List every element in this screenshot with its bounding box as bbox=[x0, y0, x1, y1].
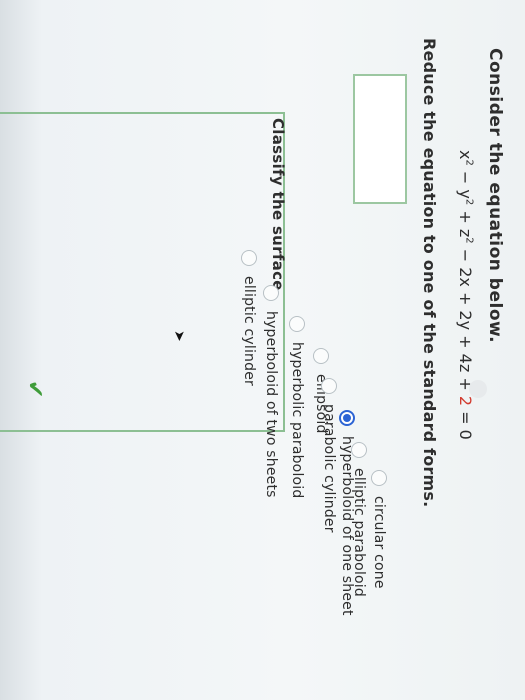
loading-indicator-icon bbox=[469, 380, 487, 398]
standard-form-answer-box[interactable] bbox=[353, 74, 407, 204]
checkmark-icon: ✔ bbox=[22, 380, 47, 399]
surface-option[interactable]: hyperbolic paraboloid bbox=[287, 316, 307, 498]
reduce-prompt: Reduce the equation to one of the standa… bbox=[420, 38, 439, 508]
surface-option[interactable]: elliptic paraboloid bbox=[349, 442, 369, 597]
surface-option[interactable]: circular cone bbox=[369, 470, 389, 589]
surface-option[interactable]: hyperboloid of two sheets bbox=[261, 285, 281, 498]
option-label: hyperbolic paraboloid bbox=[289, 342, 305, 499]
question-panel: Consider the equation below. x2 − y2 + z… bbox=[0, 0, 525, 700]
radio-button[interactable] bbox=[289, 316, 305, 332]
option-label: circular cone bbox=[371, 496, 387, 589]
surface-option[interactable]: elliptic cylinder bbox=[239, 250, 259, 386]
option-label: elliptic paraboloid bbox=[351, 468, 367, 597]
surface-option[interactable]: parabolic cylinder bbox=[319, 378, 339, 533]
option-label: parabolic cylinder bbox=[321, 404, 337, 533]
radio-button[interactable] bbox=[321, 378, 337, 394]
radio-button[interactable] bbox=[313, 348, 329, 364]
radio-button[interactable] bbox=[351, 442, 367, 458]
radio-button[interactable] bbox=[241, 250, 257, 266]
radio-button[interactable] bbox=[339, 410, 355, 426]
option-label: elliptic cylinder bbox=[241, 276, 257, 386]
classify-prompt: Classify the surface. bbox=[269, 118, 287, 297]
radio-button[interactable] bbox=[263, 285, 279, 301]
question-title: Consider the equation below. bbox=[485, 48, 505, 344]
mouse-cursor-icon: ➤ bbox=[171, 330, 187, 342]
radio-button[interactable] bbox=[371, 470, 387, 486]
option-label: hyperboloid of two sheets bbox=[263, 311, 279, 498]
